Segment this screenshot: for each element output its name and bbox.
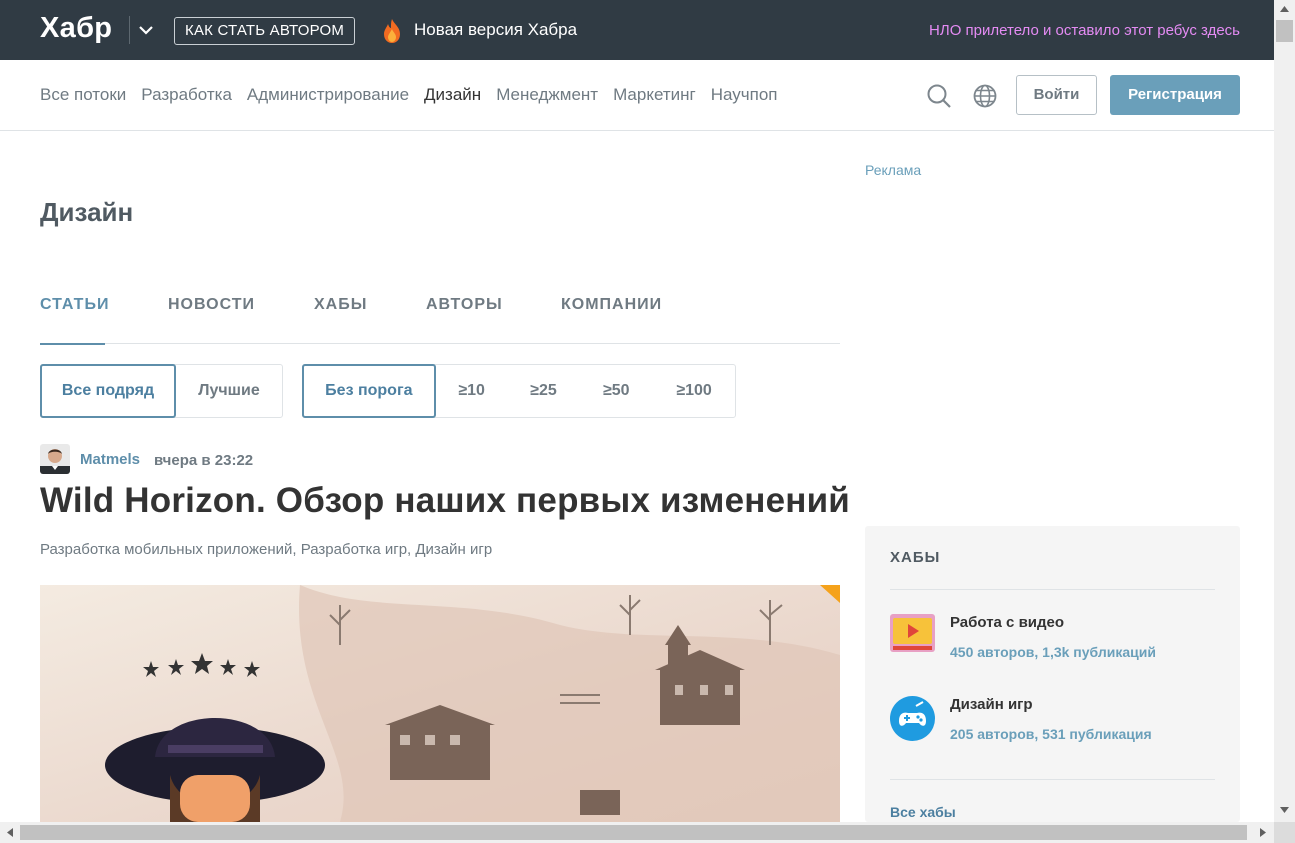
scroll-right-arrow-icon[interactable] <box>1259 827 1267 838</box>
flow-nav: Все потоки Разработка Администрирование … <box>40 85 778 105</box>
all-hubs-link[interactable]: Все хабы <box>890 804 956 820</box>
tab-label: СТАТЬИ <box>40 296 110 313</box>
search-icon[interactable] <box>926 83 952 109</box>
nav-bar: Все потоки Разработка Администрирование … <box>0 60 1274 131</box>
nav-item-develop[interactable]: Разработка <box>141 85 232 105</box>
hub-stats: 450 авторов, 1,3k публикаций <box>950 644 1156 660</box>
horizontal-scroll-thumb[interactable] <box>20 825 1247 840</box>
nav-item-management[interactable]: Менеджмент <box>496 85 598 105</box>
tab-news[interactable]: НОВОСТИ <box>168 296 255 314</box>
filter-best-button[interactable]: Лучшие <box>176 365 282 417</box>
globe-icon[interactable] <box>972 83 998 109</box>
hub-name[interactable]: Дизайн игр <box>950 696 1033 713</box>
divider <box>890 589 1215 590</box>
fire-icon <box>384 19 400 43</box>
gamepad-hub-icon <box>890 696 935 741</box>
post-hubs[interactable]: Разработка мобильных приложений, Разрабо… <box>40 541 492 558</box>
post-time: вчера в 23:22 <box>154 452 254 469</box>
login-button[interactable]: Войти <box>1016 75 1097 115</box>
ufo-link[interactable]: НЛО прилетело и оставило этот ребус здес… <box>929 22 1240 39</box>
vertical-scrollbar[interactable] <box>1274 0 1295 843</box>
hubs-widget: ХАБЫ Работа с видео 450 авторов, 1,3k пу… <box>865 526 1240 822</box>
logo-separator <box>129 16 130 44</box>
tab-companies[interactable]: КОМПАНИИ <box>561 296 662 314</box>
scroll-left-arrow-icon[interactable] <box>6 827 14 838</box>
top-bar: Хабр КАК СТАТЬ АВТОРОМ Новая версия Хабр… <box>0 0 1274 60</box>
threshold-none-button[interactable]: Без порога <box>302 364 436 418</box>
threshold-25-button[interactable]: ≥25 <box>508 365 580 417</box>
page-title: Дизайн <box>40 197 134 227</box>
threshold-100-button[interactable]: ≥100 <box>653 365 735 417</box>
sort-filter-group: Все подряд Лучшие <box>40 364 283 418</box>
avatar[interactable] <box>40 444 70 474</box>
post-cover-image[interactable] <box>40 585 840 822</box>
tab-hubs[interactable]: ХАБЫ <box>314 296 367 314</box>
video-hub-icon <box>890 614 935 652</box>
threshold-filter-group: Без порога ≥10 ≥25 ≥50 ≥100 <box>302 364 736 418</box>
chevron-down-icon[interactable] <box>136 20 156 40</box>
horizontal-scrollbar[interactable] <box>0 822 1274 843</box>
tab-articles[interactable]: СТАТЬИ <box>40 296 109 314</box>
nav-item-all[interactable]: Все потоки <box>40 85 126 105</box>
nav-item-design[interactable]: Дизайн <box>424 85 481 105</box>
hubs-widget-title: ХАБЫ <box>890 549 941 566</box>
threshold-50-button[interactable]: ≥50 <box>579 365 653 417</box>
hub-stats: 205 авторов, 531 публикация <box>950 726 1152 742</box>
habr-logo[interactable]: Хабр <box>40 12 112 45</box>
post-title[interactable]: Wild Horizon. Обзор наших первых изменен… <box>40 481 850 521</box>
section-tabs: СТАТЬИ НОВОСТИ ХАБЫ АВТОРЫ КОМПАНИИ <box>40 296 840 345</box>
scroll-down-arrow-icon[interactable] <box>1279 806 1290 814</box>
nav-item-popsci[interactable]: Научпоп <box>711 85 778 105</box>
active-tab-underline <box>40 343 105 345</box>
how-to-become-author-button[interactable]: КАК СТАТЬ АВТОРОМ <box>174 17 356 45</box>
nav-item-marketing[interactable]: Маркетинг <box>613 85 696 105</box>
vertical-scroll-thumb[interactable] <box>1276 20 1293 42</box>
scroll-up-arrow-icon[interactable] <box>1279 5 1290 13</box>
filter-all-button[interactable]: Все подряд <box>40 364 176 418</box>
author-name[interactable]: Matmels <box>80 451 140 468</box>
hub-item[interactable]: Работа с видео 450 авторов, 1,3k публика… <box>890 614 1215 664</box>
nav-item-admin[interactable]: Администрирование <box>247 85 409 105</box>
divider <box>890 779 1215 780</box>
ad-label: Реклама <box>865 162 922 178</box>
tab-authors[interactable]: АВТОРЫ <box>426 296 503 314</box>
hub-name[interactable]: Работа с видео <box>950 614 1064 631</box>
register-button[interactable]: Регистрация <box>1110 75 1240 115</box>
scrollbar-corner <box>1274 822 1295 843</box>
new-version-link[interactable]: Новая версия Хабра <box>414 20 577 40</box>
hub-item[interactable]: Дизайн игр 205 авторов, 531 публикация <box>890 696 1215 746</box>
threshold-10-button[interactable]: ≥10 <box>436 365 508 417</box>
